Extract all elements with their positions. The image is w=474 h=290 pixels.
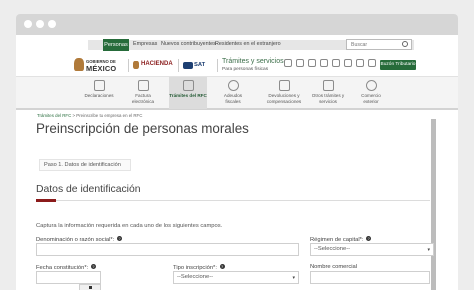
buzon-tributario-button[interactable]: Buzón Tributario [380,60,416,70]
tramites-title: Trámites y servicios [222,58,284,65]
menu-item-declaraciones[interactable]: Declaraciones [84,77,114,109]
menu-item-label: Comercio exterior [361,93,381,104]
invoice-icon [137,80,149,91]
gobierno-emblem-icon [74,58,84,71]
section-rule [56,200,430,201]
page-title: Preinscripción de personas morales [36,121,249,136]
menu-item-tramites-rfc[interactable]: Trámites del RFC [169,77,207,109]
browser-chrome [16,14,458,35]
document-icon [93,80,105,91]
help-icon[interactable] [368,59,376,67]
menu-item-label: Otros trámites y servicios [311,93,345,104]
refund-icon [278,80,290,91]
user-icon[interactable] [344,59,352,67]
menu-item-factura[interactable]: Factura electrónica [128,77,158,109]
scrollbar[interactable] [431,119,436,290]
sat-logo: SAT [194,62,206,68]
regimen-label: Régimen de capital*: ? [310,236,372,243]
regimen-selected-value: --Seleccione-- [314,246,351,252]
search-icon[interactable] [402,41,408,47]
help-icon[interactable]: ? [219,264,225,269]
section-rule-accent [36,199,56,202]
personas-subtitle: Para personas físicas [222,67,269,72]
regimen-select[interactable]: --Seleccione-- ▾ [310,243,434,256]
nombre-comercial-input[interactable] [310,271,430,284]
services-icon [322,80,334,91]
browser-window: Personas Empresas Nuevos contribuyentes … [16,14,458,290]
help-icon[interactable]: ? [116,236,122,241]
menu-item-adeudos[interactable]: Adeudos fiscales [216,77,250,109]
menu-item-label: Factura electrónica [131,93,155,104]
section-title: Datos de identificación [36,184,141,195]
menu-item-otros-tramites[interactable]: Otros trámites y servicios [308,77,348,109]
fecha-input[interactable] [36,271,101,284]
intro-text: Captura la información requerida en cada… [36,223,223,229]
search-input[interactable]: Buscar [346,39,412,50]
language-icon[interactable] [308,59,316,67]
divider [178,59,179,72]
debt-icon [227,80,239,91]
mexico-label: MÉXICO [86,64,117,73]
breadcrumb-home[interactable]: Trámites del RFC [37,113,71,118]
calendar-icon [89,286,92,289]
fecha-label: Fecha constitución*: ? [36,264,96,271]
nav-personas[interactable]: Personas [103,39,129,51]
help-icon[interactable]: ? [366,236,372,241]
search-placeholder: Buscar [351,42,368,48]
menu-item-comercio-exterior[interactable]: Comercio exterior [353,77,389,109]
window-dot-icon[interactable] [36,20,44,28]
tipo-select[interactable]: --Seleccione-- ▾ [173,271,299,284]
top-navigation: Personas Empresas Nuevos contribuyentes … [16,35,458,55]
breadcrumb: Trámites del RFC > Preinscribe tu empres… [37,113,142,118]
tipo-label: Tipo inscripción*: ? [173,264,225,271]
breadcrumb-current: Preinscribe tu empresa en el RFC [76,113,143,118]
rfc-icon [182,80,194,91]
lock-icon[interactable] [356,59,364,67]
window-dot-icon[interactable] [24,20,32,28]
sat-emblem-icon [183,62,193,69]
menu-item-label: Declaraciones [84,93,114,98]
razon-social-input[interactable] [36,243,299,256]
calendar-button[interactable] [79,284,101,290]
help-icon[interactable]: ? [90,264,96,269]
phone-icon[interactable] [320,59,328,67]
divider [217,59,218,72]
mail-icon[interactable] [332,59,340,67]
divider [128,59,129,72]
window-dot-icon[interactable] [48,20,56,28]
menu-item-label: Adeudos fiscales [223,93,243,104]
chevron-down-icon: ▾ [427,247,430,253]
step-tab[interactable]: Paso 1. Datos de identificación [39,159,131,171]
settings-icon[interactable] [296,59,304,67]
nombre-comercial-label: Nombre comercial [310,264,358,270]
razon-social-label: Denominación o razón social*: ? [36,236,122,243]
home-icon[interactable] [284,59,292,67]
chevron-down-icon: ▾ [292,275,295,281]
service-menu: Declaraciones Factura electrónica Trámit… [16,76,458,110]
hacienda-logo: HACIENDA [141,61,173,67]
trade-icon [365,80,377,91]
menu-item-label: Trámites del RFC [169,93,207,98]
menu-item-label: Devoluciones y compensaciones [266,93,302,104]
nav-residentes-extranjero[interactable]: Residentes en el extranjero [215,41,281,47]
scrollbar-thumb[interactable] [431,119,436,290]
nav-nuevos-contribuyentes[interactable]: Nuevos contribuyentes [161,41,216,47]
hacienda-emblem-icon [133,61,139,69]
menu-item-devoluciones[interactable]: Devoluciones y compensaciones [256,77,312,109]
nav-empresas[interactable]: Empresas [133,41,157,47]
header-logos: GOBIERNO DE MÉXICO HACIENDA SAT Trámites… [16,55,458,76]
tipo-selected-value: --Seleccione-- [177,274,214,280]
